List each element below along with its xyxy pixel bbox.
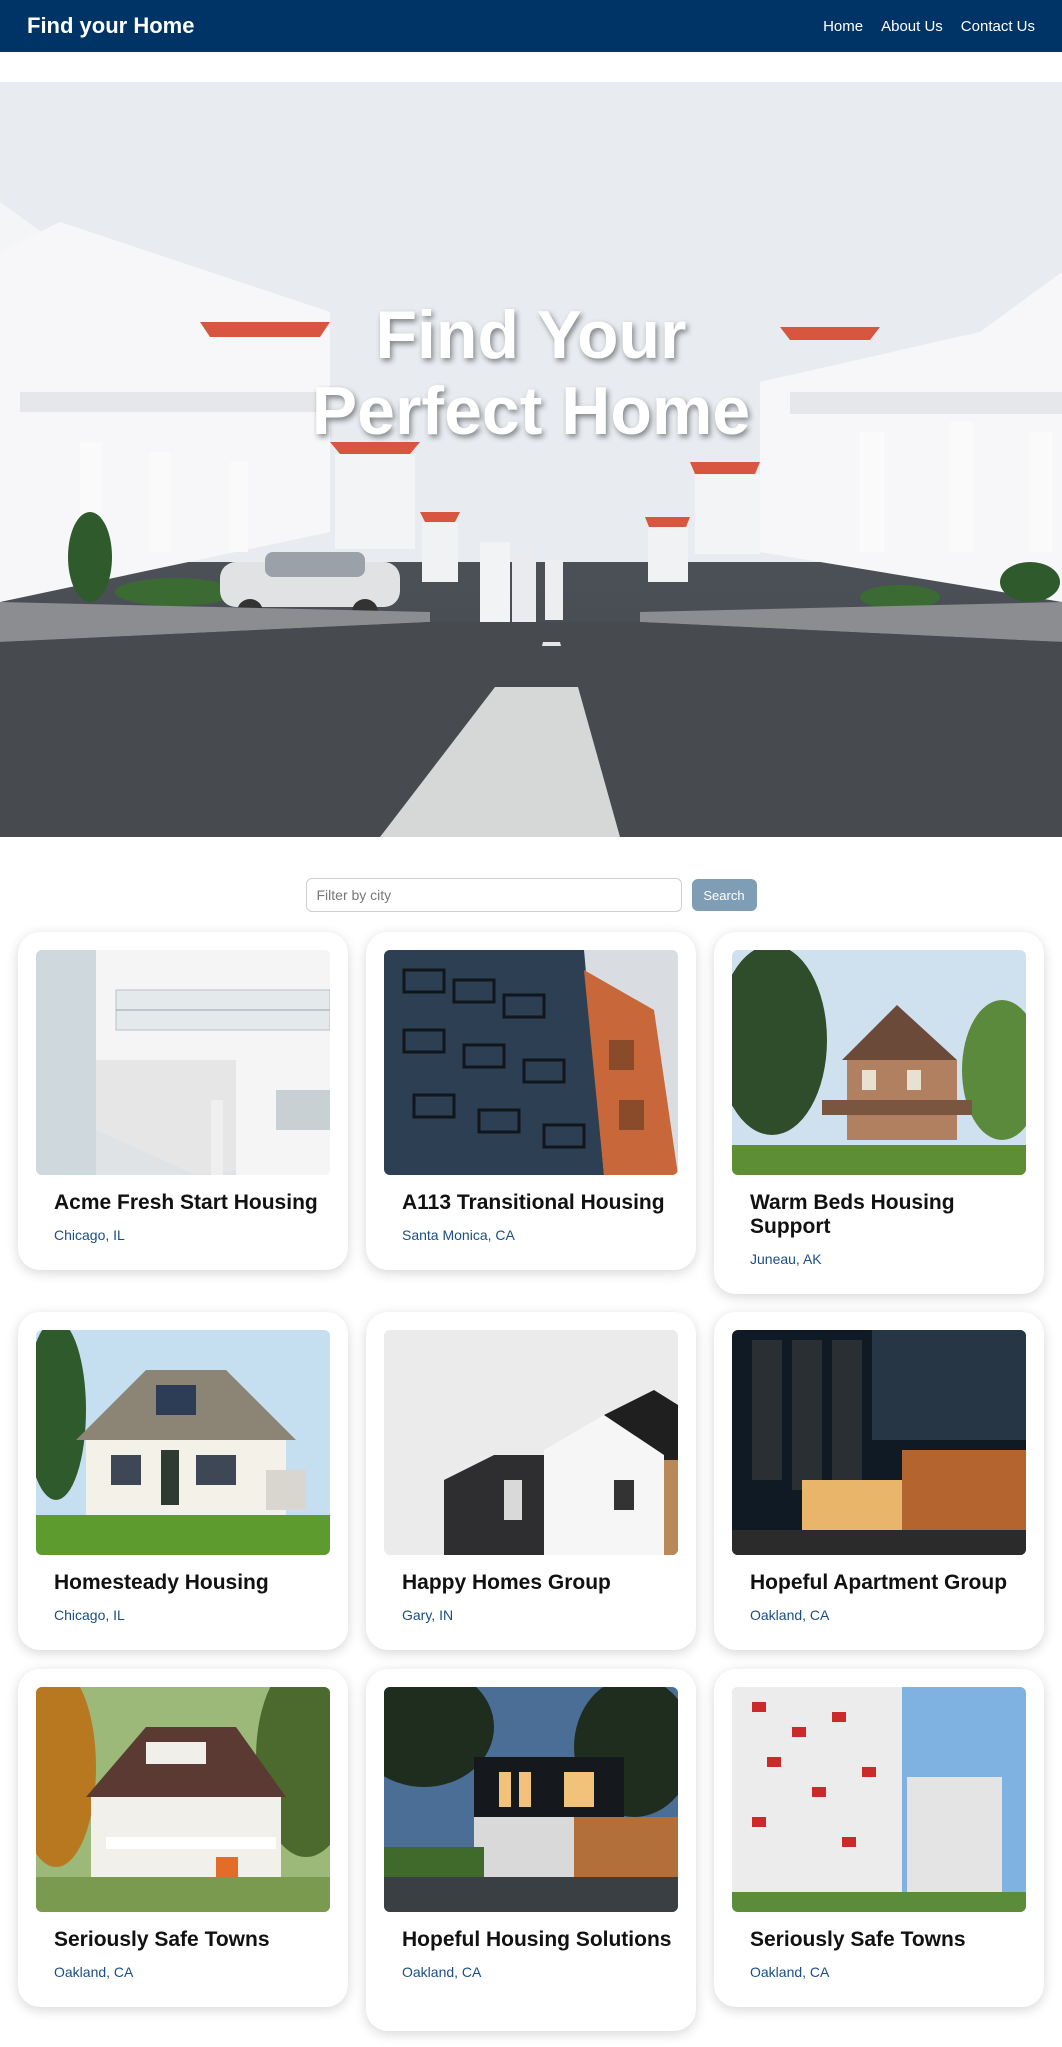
brand-title[interactable]: Find your Home [27, 13, 194, 39]
listing-photo-modern-dark-facade [732, 1330, 1026, 1555]
listing-card[interactable]: Warm Beds Housing Support Juneau, AK [714, 932, 1044, 1294]
listing-city: Oakland, CA [750, 1964, 830, 1980]
listing-photo-victorian-house [732, 950, 1026, 1175]
nav-link-about[interactable]: About Us [881, 18, 943, 35]
city-filter-bar: Search [0, 878, 1062, 912]
main-nav: Home About Us Contact Us [823, 18, 1035, 35]
listing-city: Oakland, CA [54, 1964, 134, 1980]
listing-card[interactable]: Acme Fresh Start Housing Chicago, IL [18, 932, 348, 1270]
listing-photo-modern-white-balcony [36, 950, 330, 1175]
hero-headline-line-2: Perfect Home [311, 373, 751, 449]
listing-city: Gary, IN [402, 1607, 454, 1623]
listing-name: Happy Homes Group [402, 1571, 611, 1594]
listing-name: Seriously Safe Towns [54, 1928, 270, 1951]
listing-city: Juneau, AK [750, 1251, 822, 1267]
nav-link-contact[interactable]: Contact Us [961, 18, 1035, 35]
listing-photo-modern-black-white-house [384, 1330, 678, 1555]
top-navbar: Find your Home Home About Us Contact Us [0, 0, 1062, 52]
listing-card[interactable]: A113 Transitional Housing Santa Monica, … [366, 932, 696, 1270]
search-button[interactable]: Search [691, 879, 757, 911]
listing-name: Hopeful Housing Solutions [402, 1928, 672, 1951]
listing-photo-blue-apartment-balconies [384, 950, 678, 1175]
listing-photo-modern-house-dusk [384, 1687, 678, 1912]
listing-name: Warm Beds Housing Support [750, 1191, 955, 1238]
listing-card[interactable]: Hopeful Apartment Group Oakland, CA [714, 1312, 1044, 1650]
listing-card[interactable]: Happy Homes Group Gary, IN [366, 1312, 696, 1650]
listing-photo-white-porch-house [36, 1687, 330, 1912]
listing-city: Oakland, CA [750, 1607, 830, 1623]
listing-card[interactable]: Hopeful Housing Solutions Oakland, CA [366, 1669, 696, 2031]
listing-name: Seriously Safe Towns [750, 1928, 966, 1951]
listing-photo-cape-cod-house [36, 1330, 330, 1555]
listing-card[interactable]: Homesteady Housing Chicago, IL [18, 1312, 348, 1650]
listing-card[interactable]: Seriously Safe Towns Oakland, CA [714, 1669, 1044, 2007]
nav-link-home[interactable]: Home [823, 18, 863, 35]
listing-card[interactable]: Seriously Safe Towns Oakland, CA [18, 1669, 348, 2007]
listing-name: Hopeful Apartment Group [750, 1571, 1008, 1594]
listing-name: Homesteady Housing [54, 1571, 269, 1594]
listing-city: Oakland, CA [402, 1964, 482, 1980]
hero-street-image [0, 82, 1062, 837]
hero-banner: Find Your Perfect Home [0, 82, 1062, 837]
listing-city: Chicago, IL [54, 1607, 125, 1623]
listing-name: Acme Fresh Start Housing [54, 1191, 318, 1214]
listing-name: A113 Transitional Housing [402, 1191, 665, 1214]
hero-headline-line-1: Find Your [375, 297, 687, 373]
listing-city: Chicago, IL [54, 1227, 125, 1243]
listing-photo-red-white-towers [732, 1687, 1026, 1912]
hero-headline: Find Your Perfect Home [0, 297, 1062, 449]
city-filter-input[interactable] [305, 878, 682, 912]
listing-city: Santa Monica, CA [402, 1227, 515, 1243]
